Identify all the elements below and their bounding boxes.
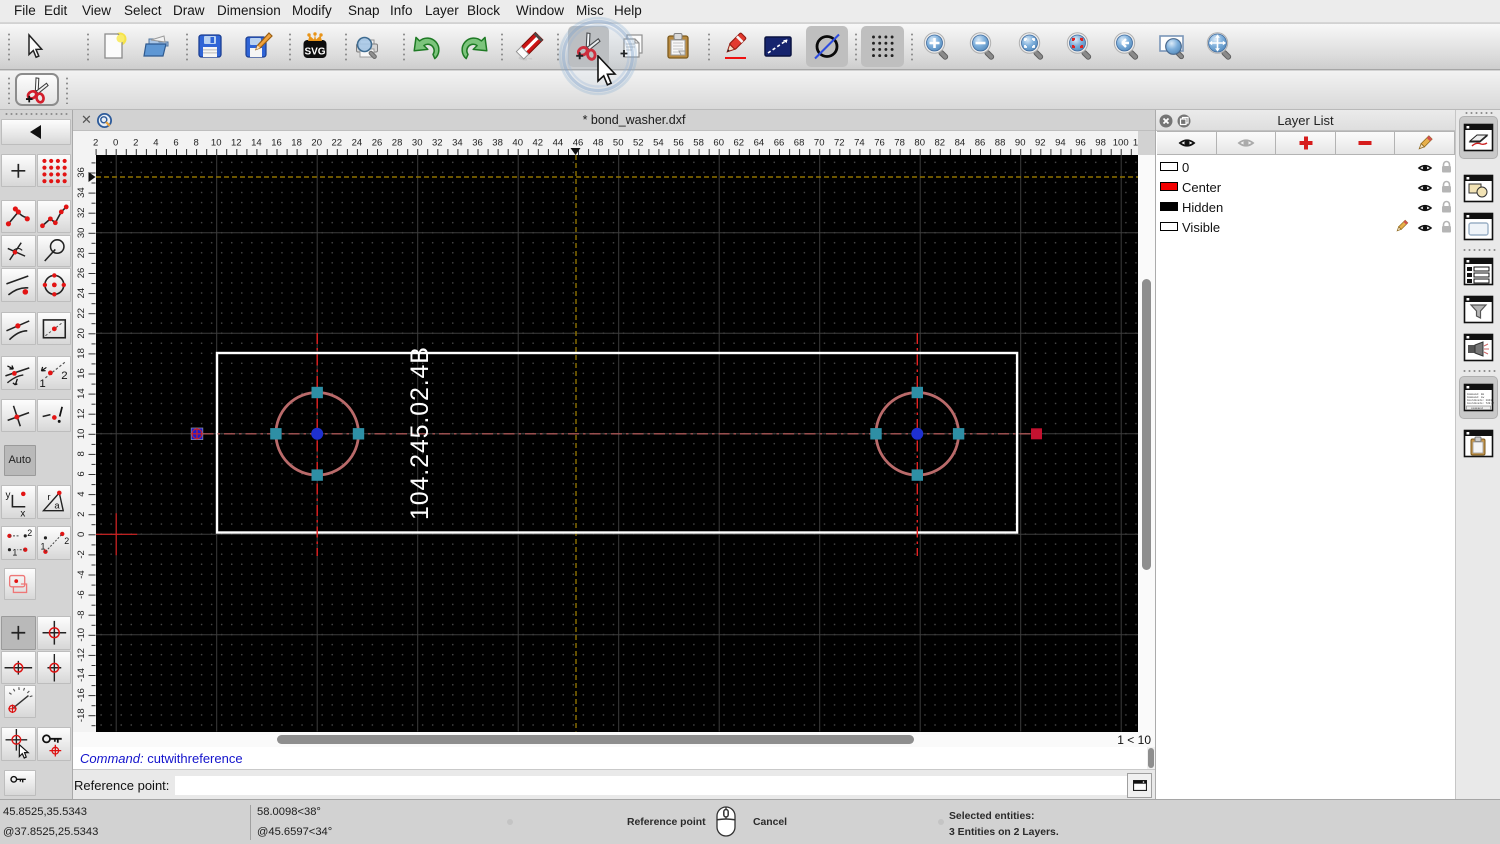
svg-text:38: 38 — [492, 138, 503, 149]
svg-text:68: 68 — [794, 138, 805, 149]
svg-text:x: x — [20, 509, 25, 519]
svg-text:30: 30 — [412, 138, 423, 149]
svg-text:60: 60 — [713, 138, 724, 149]
svg-text:84: 84 — [955, 138, 966, 149]
svg-text:20: 20 — [311, 138, 322, 149]
svg-text:a: a — [54, 501, 60, 511]
svg-text:command: command — [1471, 406, 1483, 410]
svg-text:26: 26 — [76, 268, 87, 279]
svg-text:58: 58 — [693, 138, 704, 149]
svg-text:32: 32 — [76, 207, 87, 218]
svg-text:86: 86 — [975, 138, 986, 149]
svg-text:2: 2 — [64, 536, 69, 546]
svg-text:4: 4 — [153, 138, 158, 149]
svg-text:62: 62 — [734, 138, 745, 149]
svg-text:16: 16 — [76, 368, 87, 379]
svg-text:76: 76 — [874, 138, 885, 149]
svg-text:1: 1 — [40, 542, 45, 552]
svg-text:92: 92 — [1035, 138, 1046, 149]
svg-text:100: 100 — [1113, 138, 1129, 149]
svg-text:34: 34 — [452, 138, 463, 149]
svg-text:Coordinate: 720.09: Coordinate: 720.09 — [1467, 401, 1494, 405]
svg-text:-14: -14 — [76, 668, 87, 682]
svg-text:12: 12 — [231, 138, 242, 149]
svg-text:22: 22 — [76, 308, 87, 319]
svg-text:40: 40 — [512, 138, 523, 149]
svg-text:66: 66 — [774, 138, 785, 149]
svg-text:1: 1 — [39, 378, 45, 390]
svg-text:-6: -6 — [76, 590, 87, 598]
svg-text:96: 96 — [1075, 138, 1086, 149]
svg-text:8: 8 — [76, 451, 87, 456]
svg-text:14: 14 — [251, 138, 262, 149]
svg-text:0: 0 — [76, 532, 87, 537]
svg-text:4: 4 — [76, 491, 87, 496]
svg-text:72: 72 — [834, 138, 845, 149]
svg-text:30: 30 — [76, 228, 87, 239]
svg-text:28: 28 — [76, 248, 87, 259]
svg-text:24: 24 — [76, 288, 87, 299]
svg-text:2: 2 — [76, 512, 87, 517]
svg-text:32: 32 — [432, 138, 443, 149]
svg-text:104.245.02.4B: 104.245.02.4B — [406, 347, 434, 520]
svg-text:82: 82 — [935, 138, 946, 149]
svg-text:10: 10 — [76, 429, 87, 440]
svg-text:y: y — [5, 490, 10, 501]
svg-text:-16: -16 — [76, 688, 87, 702]
svg-text:16: 16 — [271, 138, 282, 149]
svg-text:14: 14 — [76, 388, 87, 399]
svg-text:94: 94 — [1055, 138, 1066, 149]
svg-text:-18: -18 — [76, 708, 87, 722]
svg-text:54: 54 — [653, 138, 664, 149]
svg-text:28: 28 — [392, 138, 403, 149]
svg-text:2: 2 — [133, 138, 138, 149]
svg-text:6: 6 — [76, 471, 87, 476]
svg-text:88: 88 — [995, 138, 1006, 149]
svg-text:64: 64 — [754, 138, 765, 149]
svg-text:-10: -10 — [76, 628, 87, 642]
svg-text:56: 56 — [673, 138, 684, 149]
svg-text:1: 1 — [12, 548, 17, 558]
svg-text:42: 42 — [533, 138, 544, 149]
svg-text:-4: -4 — [76, 570, 87, 578]
svg-text:SVG: SVG — [304, 47, 325, 58]
svg-text:52: 52 — [633, 138, 644, 149]
svg-text:90: 90 — [1015, 138, 1026, 149]
svg-text:2: 2 — [93, 138, 98, 149]
svg-text:46: 46 — [573, 138, 584, 149]
svg-text:6: 6 — [173, 138, 178, 149]
svg-text:-12: -12 — [76, 648, 87, 662]
svg-text:34: 34 — [76, 187, 87, 198]
svg-text:50: 50 — [613, 138, 624, 149]
svg-text:36: 36 — [472, 138, 483, 149]
svg-text:-8: -8 — [76, 610, 87, 618]
svg-text:18: 18 — [291, 138, 302, 149]
svg-text:10: 10 — [211, 138, 222, 149]
svg-text:36: 36 — [76, 167, 87, 178]
svg-text:26: 26 — [372, 138, 383, 149]
svg-text:22: 22 — [332, 138, 343, 149]
svg-text:48: 48 — [593, 138, 604, 149]
svg-text:44: 44 — [553, 138, 564, 149]
svg-text:80: 80 — [914, 138, 925, 149]
svg-text:102: 102 — [1133, 138, 1138, 149]
svg-text:0: 0 — [113, 138, 118, 149]
svg-text:12: 12 — [76, 408, 87, 419]
svg-text:74: 74 — [854, 138, 865, 149]
svg-text:2: 2 — [27, 528, 32, 538]
svg-text:70: 70 — [814, 138, 825, 149]
svg-text:18: 18 — [76, 348, 87, 359]
svg-text:r: r — [47, 492, 50, 502]
svg-text:78: 78 — [894, 138, 905, 149]
svg-text:24: 24 — [352, 138, 363, 149]
svg-text:8: 8 — [193, 138, 198, 149]
svg-text:2: 2 — [61, 370, 67, 382]
svg-text:-2: -2 — [76, 550, 87, 558]
svg-text:20: 20 — [76, 328, 87, 339]
svg-text:98: 98 — [1095, 138, 1106, 149]
